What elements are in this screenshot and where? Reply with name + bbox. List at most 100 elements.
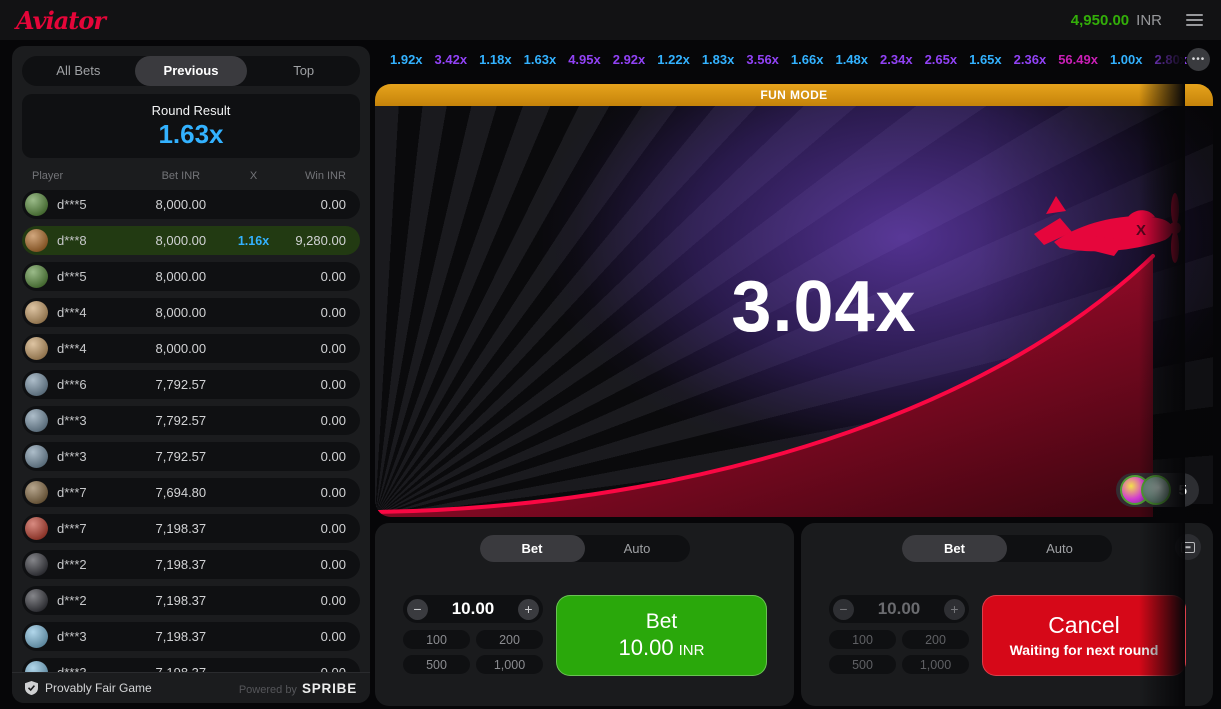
history-multiplier[interactable]: 3.56x bbox=[746, 52, 779, 67]
quick-amount-button[interactable]: 1,000 bbox=[476, 655, 543, 674]
player-cell: d***4 bbox=[22, 301, 134, 324]
history-multiplier[interactable]: 2.36x bbox=[1014, 52, 1047, 67]
win-amount: 0.00 bbox=[279, 377, 360, 392]
bet-amount: 7,792.57 bbox=[134, 413, 229, 428]
plus-button[interactable]: + bbox=[518, 599, 539, 620]
avatar bbox=[25, 517, 48, 540]
player-name: d***3 bbox=[57, 629, 87, 644]
bets-table-rows: d***5 8,000.00 0.00 d***8 8,000.00 1.16x… bbox=[22, 190, 360, 674]
table-row: d***7 7,198.37 0.00 bbox=[22, 514, 360, 543]
bet-auto-toggle: Bet Auto bbox=[480, 535, 690, 562]
bet-auto-toggle: Bet Auto bbox=[902, 535, 1112, 562]
toggle-auto[interactable]: Auto bbox=[585, 535, 690, 562]
avatar bbox=[25, 337, 48, 360]
history-multiplier[interactable]: 1.18x bbox=[479, 52, 512, 67]
quick-amount-button[interactable]: 200 bbox=[476, 630, 543, 649]
table-row: d***3 7,198.37 0.00 bbox=[22, 622, 360, 651]
history-multiplier[interactable]: 2.34x bbox=[880, 52, 913, 67]
player-name: d***3 bbox=[57, 449, 87, 464]
table-row: d***3 7,792.57 0.00 bbox=[22, 442, 360, 471]
history-multiplier[interactable]: 2.65x bbox=[925, 52, 958, 67]
minus-button[interactable]: − bbox=[833, 599, 854, 620]
bets-table-header: Player Bet INR X Win INR bbox=[22, 166, 360, 186]
game-field: 3.04x X bbox=[375, 106, 1213, 517]
toggle-bet[interactable]: Bet bbox=[902, 535, 1007, 562]
quick-amount-button[interactable]: 100 bbox=[403, 630, 470, 649]
tab-top[interactable]: Top bbox=[247, 56, 360, 86]
history-multiplier[interactable]: 1.65x bbox=[969, 52, 1002, 67]
history-fade bbox=[1139, 46, 1185, 709]
plus-button[interactable]: + bbox=[944, 599, 965, 620]
table-row: d***4 8,000.00 0.00 bbox=[22, 334, 360, 363]
game-area: FUN MODE 3.04x bbox=[375, 84, 1213, 517]
player-name: d***2 bbox=[57, 557, 87, 572]
avatar bbox=[25, 229, 48, 252]
bet-controls: − 10.00 + 100 200 500 1,000 bbox=[829, 595, 1186, 676]
amount-column: − 10.00 + 100 200 500 1,000 bbox=[829, 595, 969, 676]
amount-value[interactable]: 10.00 bbox=[854, 599, 944, 619]
player-cell: d***5 bbox=[22, 193, 134, 216]
quick-amount-button[interactable]: 500 bbox=[829, 655, 896, 674]
history-multiplier[interactable]: 1.48x bbox=[835, 52, 868, 67]
amount-value[interactable]: 10.00 bbox=[428, 599, 518, 619]
tab-previous[interactable]: Previous bbox=[135, 56, 248, 86]
history-more-button[interactable]: ••• bbox=[1187, 48, 1210, 71]
history-multiplier[interactable]: 1.00x bbox=[1110, 52, 1143, 67]
win-amount: 0.00 bbox=[279, 485, 360, 500]
player-cell: d***2 bbox=[22, 553, 134, 576]
powered-by-spribe[interactable]: Powered by SPRIBE bbox=[239, 681, 357, 696]
place-bet-button[interactable]: Bet 10.00 INR bbox=[556, 595, 767, 676]
cancel-button-title: Cancel bbox=[1048, 613, 1120, 638]
avatar bbox=[25, 589, 48, 612]
toggle-bet[interactable]: Bet bbox=[480, 535, 585, 562]
hamburger-menu-icon[interactable] bbox=[1184, 10, 1205, 30]
avatar bbox=[25, 193, 48, 216]
minus-button[interactable]: − bbox=[407, 599, 428, 620]
history-multiplier[interactable]: 2.92x bbox=[613, 52, 646, 67]
bet-amount: 7,198.37 bbox=[134, 557, 229, 572]
quick-amount-button[interactable]: 500 bbox=[403, 655, 470, 674]
player-cell: d***7 bbox=[22, 517, 134, 540]
bet-amount: 8,000.00 bbox=[134, 269, 229, 284]
quick-amount-button[interactable]: 200 bbox=[902, 630, 969, 649]
player-cell: d***5 bbox=[22, 265, 134, 288]
win-amount: 0.00 bbox=[279, 197, 360, 212]
avatar bbox=[25, 481, 48, 504]
win-amount: 0.00 bbox=[279, 341, 360, 356]
toggle-auto[interactable]: Auto bbox=[1007, 535, 1112, 562]
tab-all-bets[interactable]: All Bets bbox=[22, 56, 135, 86]
player-cell: d***4 bbox=[22, 337, 134, 360]
bet-amount: 7,792.57 bbox=[134, 449, 229, 464]
quick-amount-button[interactable]: 1,000 bbox=[902, 655, 969, 674]
provably-fair[interactable]: Provably Fair Game bbox=[25, 681, 152, 695]
bet-amount: 8,000.00 bbox=[134, 305, 229, 320]
win-amount: 0.00 bbox=[279, 521, 360, 536]
bet-amount: 7,198.37 bbox=[134, 593, 229, 608]
aviator-logo: Aviator bbox=[16, 6, 105, 35]
win-amount: 0.00 bbox=[279, 305, 360, 320]
history-multiplier[interactable]: 1.92x bbox=[390, 52, 423, 67]
bet-button-currency: INR bbox=[679, 642, 705, 659]
quick-amounts: 100 200 500 1,000 bbox=[403, 630, 543, 674]
player-cell: d***3 bbox=[22, 625, 134, 648]
history-multiplier[interactable]: 56.49x bbox=[1058, 52, 1098, 67]
history-multiplier[interactable]: 1.22x bbox=[657, 52, 690, 67]
win-amount: 0.00 bbox=[279, 629, 360, 644]
player-name: d***6 bbox=[57, 377, 87, 392]
win-amount: 0.00 bbox=[279, 593, 360, 608]
bets-sidebar: All Bets Previous Top Round Result 1.63x… bbox=[12, 46, 370, 703]
history-multiplier[interactable]: 3.42x bbox=[435, 52, 468, 67]
history-multiplier[interactable]: 1.83x bbox=[702, 52, 735, 67]
avatar bbox=[25, 409, 48, 432]
shield-check-icon bbox=[25, 681, 38, 695]
history-multiplier[interactable]: 1.66x bbox=[791, 52, 824, 67]
main-column: 1.92x 3.42x 1.18x 1.63x 4.95x 2.92x 1.22… bbox=[375, 46, 1213, 709]
history-multiplier[interactable]: 4.95x bbox=[568, 52, 601, 67]
table-row: d***5 8,000.00 0.00 bbox=[22, 190, 360, 219]
bet-amount: 8,000.00 bbox=[134, 197, 229, 212]
history-multiplier[interactable]: 1.63x bbox=[524, 52, 557, 67]
spribe-logo: SPRIBE bbox=[302, 681, 357, 696]
bet-amount: 7,198.37 bbox=[134, 521, 229, 536]
player-name: d***4 bbox=[57, 305, 87, 320]
quick-amount-button[interactable]: 100 bbox=[829, 630, 896, 649]
